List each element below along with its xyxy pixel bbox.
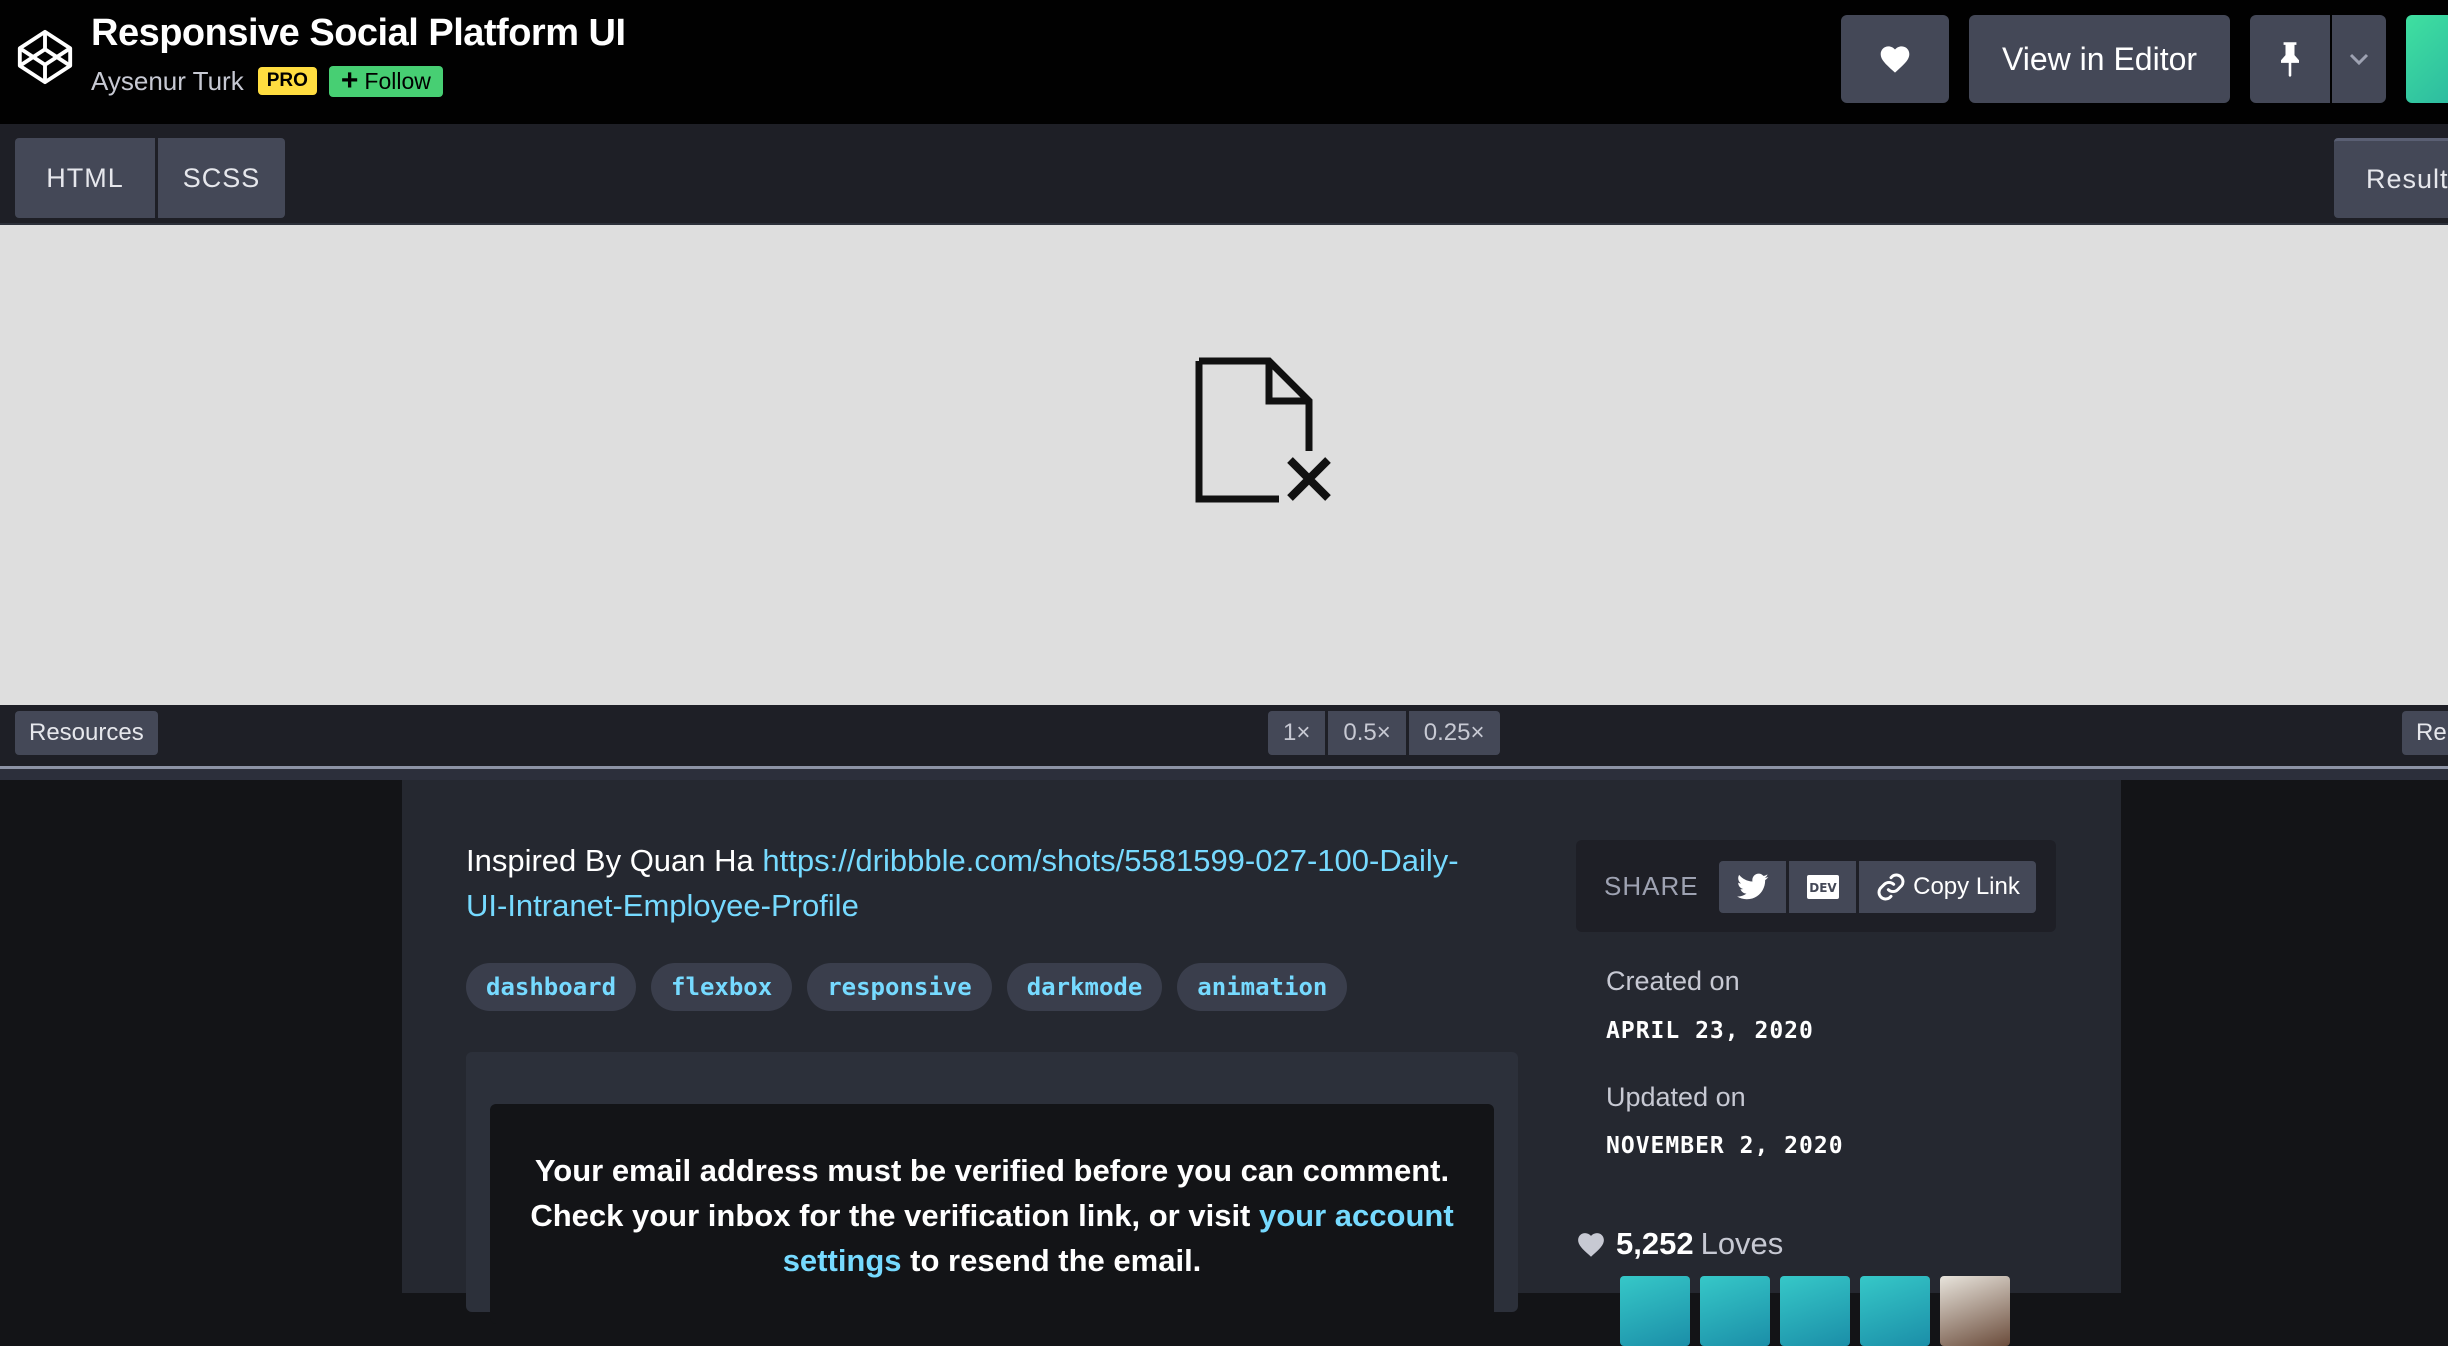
tab-html[interactable]: HTML — [15, 138, 155, 218]
rerun-button[interactable]: Rerun — [2402, 711, 2448, 755]
loves-count: 5,252 — [1616, 1226, 1694, 1261]
avatar[interactable] — [1700, 1276, 1770, 1346]
copy-link-label: Copy Link — [1913, 873, 2020, 900]
follow-button[interactable]: + Follow — [328, 64, 443, 97]
dev-icon-text: DEV — [1809, 881, 1837, 895]
zoom-group: 1× 0.5× 0.25× — [1268, 711, 1500, 755]
preview-footer-bar: Resources 1× 0.5× 0.25× Rerun — [0, 705, 2448, 766]
pro-badge[interactable]: PRO — [257, 67, 317, 95]
tab-result[interactable]: Result — [2334, 138, 2448, 218]
author-row: Aysenur Turk PRO + Follow — [91, 64, 443, 98]
updated-date: NOVEMBER 2, 2020 — [1606, 1133, 1844, 1159]
tag-animation[interactable]: animation — [1177, 963, 1348, 1011]
codepen-logo-icon[interactable] — [14, 26, 76, 88]
pen-description: Inspired By Quan Ha https://dribbble.com… — [466, 838, 1486, 928]
tag-darkmode[interactable]: darkmode — [1006, 963, 1163, 1011]
resize-divider[interactable] — [0, 766, 2448, 780]
created-date: APRIL 23, 2020 — [1606, 1018, 1814, 1044]
loves-summary: 5,252 Loves — [1576, 1226, 1783, 1262]
heart-icon — [1880, 46, 1910, 73]
email-verification-notice: Your email address must be verified befo… — [490, 1104, 1494, 1324]
chevron-down-icon — [2349, 53, 2369, 66]
zoom-0.5x-button[interactable]: 0.5× — [1328, 711, 1406, 755]
heart-icon — [1578, 1232, 1604, 1257]
share-box: SHARE DEV Copy Link — [1576, 840, 2056, 932]
zoom-1x-button[interactable]: 1× — [1268, 711, 1326, 755]
resources-button[interactable]: Resources — [15, 711, 158, 755]
editor-tab-bar: HTML SCSS Result — [0, 124, 2448, 225]
broken-file-icon — [1195, 357, 1331, 503]
dev-icon: DEV — [1806, 875, 1839, 899]
result-preview[interactable] — [0, 225, 2448, 705]
pen-details: Inspired By Quan Ha https://dribbble.com… — [402, 780, 2121, 1346]
twitter-icon — [1736, 873, 1768, 900]
avatar[interactable] — [1940, 1276, 2010, 1346]
tag-dashboard[interactable]: dashboard — [466, 963, 637, 1011]
notice-text-end: to resend the email. — [901, 1243, 1202, 1278]
love-button[interactable] — [1841, 15, 1949, 103]
lovers-avatars — [1620, 1276, 2020, 1346]
pin-button[interactable] — [2250, 15, 2330, 103]
avatar[interactable] — [1780, 1276, 1850, 1346]
share-dev-button[interactable]: DEV — [1789, 861, 1856, 913]
tab-scss[interactable]: SCSS — [158, 138, 285, 218]
pen-title: Responsive Social Platform UI — [91, 12, 626, 54]
tag-list: dashboard flexbox responsive darkmode an… — [466, 963, 1362, 1011]
top-header: Responsive Social Platform UI Aysenur Tu… — [0, 0, 2448, 124]
plus-icon: + — [340, 64, 359, 97]
avatar[interactable] — [1860, 1276, 1930, 1346]
created-label: Created on — [1606, 966, 1740, 996]
loves-word: Loves — [1700, 1226, 1784, 1261]
author-name[interactable]: Aysenur Turk — [91, 66, 244, 97]
link-icon — [1877, 873, 1905, 901]
share-buttons: DEV Copy Link — [1719, 861, 2036, 913]
description-text: Inspired By Quan Ha — [466, 843, 763, 878]
updated-label: Updated on — [1606, 1082, 1746, 1112]
follow-label: Follow — [364, 67, 431, 94]
share-twitter-button[interactable] — [1719, 861, 1786, 913]
zoom-0.25x-button[interactable]: 0.25× — [1408, 711, 1500, 755]
comments-section: Your email address must be verified befo… — [466, 1052, 1518, 1324]
tag-flexbox[interactable]: flexbox — [651, 963, 793, 1011]
avatar[interactable] — [1620, 1276, 1690, 1346]
share-label: SHARE — [1604, 870, 1699, 901]
pin-icon — [2281, 42, 2299, 77]
view-in-editor-button[interactable]: View in Editor — [1969, 15, 2230, 103]
copy-link-button[interactable]: Copy Link — [1859, 861, 2036, 913]
pin-dropdown-button[interactable] — [2332, 15, 2386, 103]
tag-responsive[interactable]: responsive — [807, 963, 992, 1011]
fork-button[interactable] — [2406, 15, 2448, 103]
